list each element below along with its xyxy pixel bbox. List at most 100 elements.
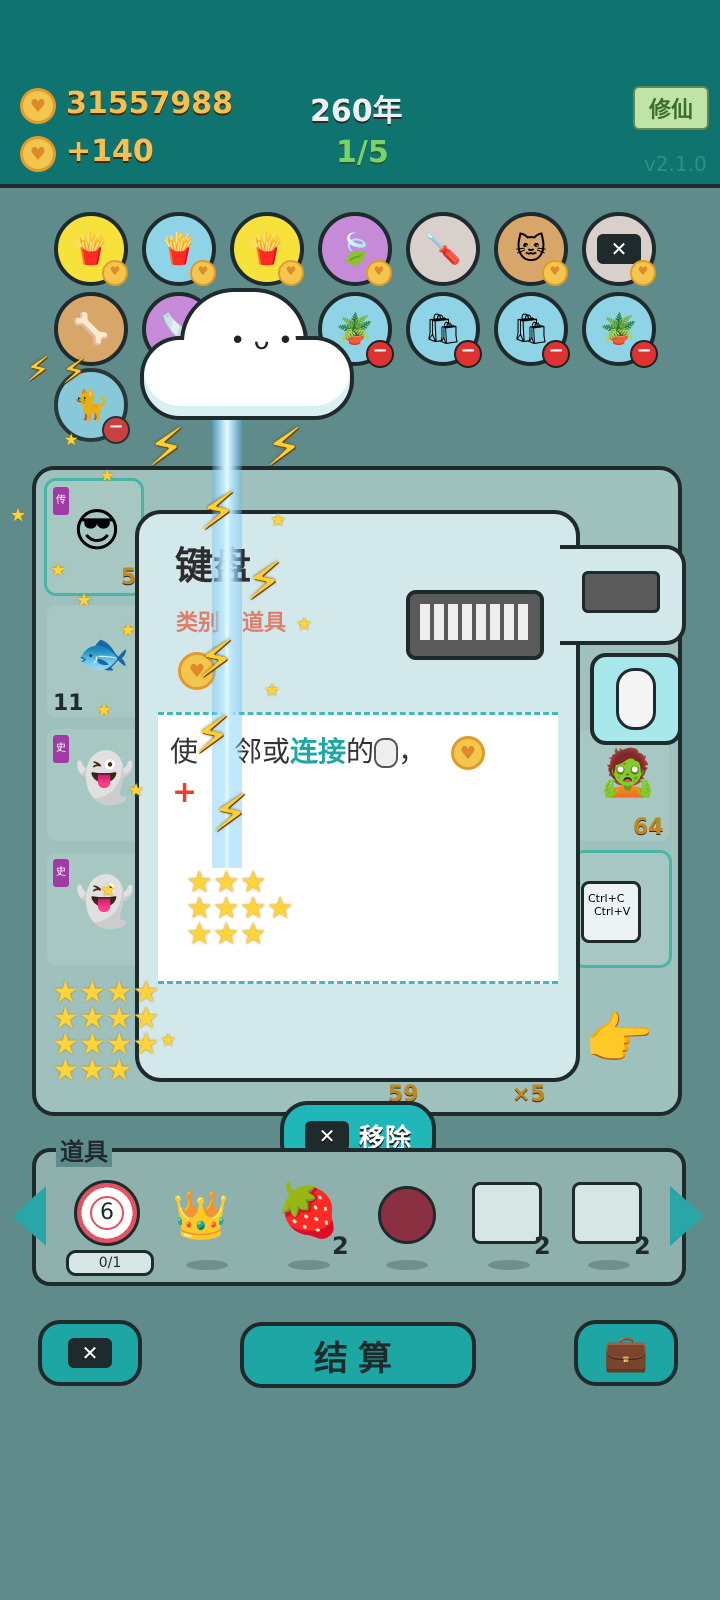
tools-label: 道具: [56, 1132, 112, 1167]
star-burst: ★★★ ★★★★ ★★★: [186, 865, 294, 952]
star-icon: ★: [264, 680, 281, 701]
mouse-icon: [374, 738, 399, 768]
fries-item[interactable]: 🍟 ♥: [230, 212, 304, 286]
lightning-icon: ⚡: [212, 784, 249, 844]
coin-income-icon: ♥: [20, 136, 56, 172]
backpack-button[interactable]: 💼: [574, 1320, 678, 1386]
star-icon: ★: [96, 700, 113, 721]
keyboard-illustration: [406, 590, 544, 660]
star-icon: ★: [296, 614, 313, 635]
fries-icon: 🍟: [160, 231, 198, 267]
slot-count: 2: [534, 1232, 551, 1260]
board-cell-copy-paste[interactable]: Ctrl+C Ctrl+V: [572, 850, 672, 968]
desc-text: 邻或: [234, 735, 291, 768]
lightning-icon: ⚡: [200, 482, 237, 542]
minus-icon: −: [366, 340, 394, 368]
coin-icon: ♥: [20, 88, 56, 124]
star-burst: ★★★★ ★★★★ ★★★★ ★★★: [52, 975, 160, 1088]
briefcase-icon: 💼: [603, 1333, 649, 1374]
ctrl-c-label: Ctrl+C: [588, 892, 625, 905]
trash-bag-icon: 🛍: [511, 311, 551, 347]
star-icon: ★: [76, 590, 93, 611]
remove-tag-icon: ✕: [597, 234, 641, 264]
fries-item[interactable]: 🍟 ♥: [142, 212, 216, 286]
target-number: 6: [92, 1198, 122, 1228]
leaf-item[interactable]: 🍃 ♥: [318, 212, 392, 286]
multiplier-label: ×5: [512, 1082, 546, 1107]
cat-pair-item[interactable]: 🐱 ♥: [494, 212, 568, 286]
bayberry-icon[interactable]: [378, 1186, 436, 1244]
copy-paste-card: Ctrl+C Ctrl+V: [581, 881, 641, 943]
trash-bag-item[interactable]: 🛍 −: [406, 292, 482, 368]
year-counter: 260年: [310, 94, 403, 129]
flower-icon: 🪴: [600, 311, 638, 347]
leaf-icon: 🍃: [336, 231, 374, 267]
mouse-icon: [616, 668, 656, 730]
mouse-tab[interactable]: [590, 653, 682, 745]
cell-count: 11: [53, 691, 84, 716]
slot-machine-icon[interactable]: [472, 1182, 542, 1244]
lightning-icon: ⚡: [148, 418, 185, 478]
keyboard-keys: [420, 604, 530, 640]
round-progress: 1/5: [336, 135, 389, 170]
heart-badge: ♥: [630, 260, 656, 286]
trash-bag-icon: 🛍: [423, 311, 463, 347]
minus-icon: −: [102, 416, 130, 444]
fries-icon: 🍟: [72, 231, 110, 267]
slot-machine-icon[interactable]: [572, 1182, 642, 1244]
rarity-tag: 史: [53, 735, 69, 763]
screwdriver-item[interactable]: 🪛: [406, 212, 480, 286]
pointing-hand-icon: 👉: [584, 1007, 654, 1072]
slot-count: 2: [634, 1232, 651, 1260]
minus-icon: −: [630, 340, 658, 368]
settle-button[interactable]: 结算: [240, 1322, 476, 1388]
star-icon: ★: [270, 510, 287, 531]
lightning-icon: ⚡: [62, 352, 86, 392]
target-tool[interactable]: 6: [74, 1180, 140, 1246]
keyboard-icon: [582, 571, 660, 613]
cat-icon: 🐈: [72, 387, 110, 423]
scroll-left-arrow[interactable]: [12, 1186, 46, 1246]
cell-count: 64: [633, 815, 664, 840]
plus-sign: +: [172, 775, 198, 810]
star-icon: ★: [100, 466, 115, 485]
ghost-icon: 👻: [75, 750, 135, 806]
desc-text: ，: [398, 735, 427, 768]
sunglasses-man-icon: 😎: [73, 503, 121, 557]
remove-tag-button[interactable]: ✕: [38, 1320, 142, 1386]
screwdriver-icon: 🪛: [424, 231, 462, 267]
potted-flower-item[interactable]: 🪴 −: [582, 292, 658, 368]
star-icon: ★: [128, 780, 145, 801]
lightning-icon: ⚡: [246, 552, 283, 612]
star-icon: ★: [10, 505, 27, 526]
helmet-man-icon: 🧟: [599, 745, 657, 799]
heart-badge: ♥: [102, 260, 128, 286]
target-progress: 0/1: [66, 1250, 154, 1276]
dog-bowl-icon: 🦴: [72, 311, 110, 347]
fries-item[interactable]: 🍟 ♥: [54, 212, 128, 286]
remove-tag-item[interactable]: ✕ ♥: [582, 212, 656, 286]
heart-badge: ♥: [190, 260, 216, 286]
star-icon: ★: [100, 880, 117, 901]
rarity-tag: 史: [53, 859, 69, 887]
coin-total: 31557988: [66, 86, 233, 121]
coin-income: +140: [66, 134, 154, 169]
star-icon: ★: [50, 560, 67, 581]
trash-bag-item[interactable]: 🛍 −: [494, 292, 570, 368]
minus-icon: −: [542, 340, 570, 368]
crown-icon[interactable]: 👑: [172, 1188, 229, 1243]
lightning-icon: ⚡: [194, 706, 231, 766]
heart-badge: ♥: [542, 260, 568, 286]
version-label: v2.1.0: [644, 152, 707, 176]
heart-badge: ♥: [366, 260, 392, 286]
keyboard-tab[interactable]: [560, 545, 686, 645]
close-icon: ✕: [304, 1121, 349, 1151]
scroll-right-arrow[interactable]: [670, 1186, 704, 1246]
coin-icon: ♥: [450, 736, 485, 770]
board-cell-ghost[interactable]: 史 👻: [44, 850, 144, 968]
star-icon: ★: [120, 620, 137, 641]
xiuxian-button[interactable]: 修仙: [633, 86, 709, 130]
close-icon: ✕: [68, 1338, 112, 1368]
star-icon: ★: [64, 430, 79, 449]
desc-text: 的: [346, 735, 375, 768]
